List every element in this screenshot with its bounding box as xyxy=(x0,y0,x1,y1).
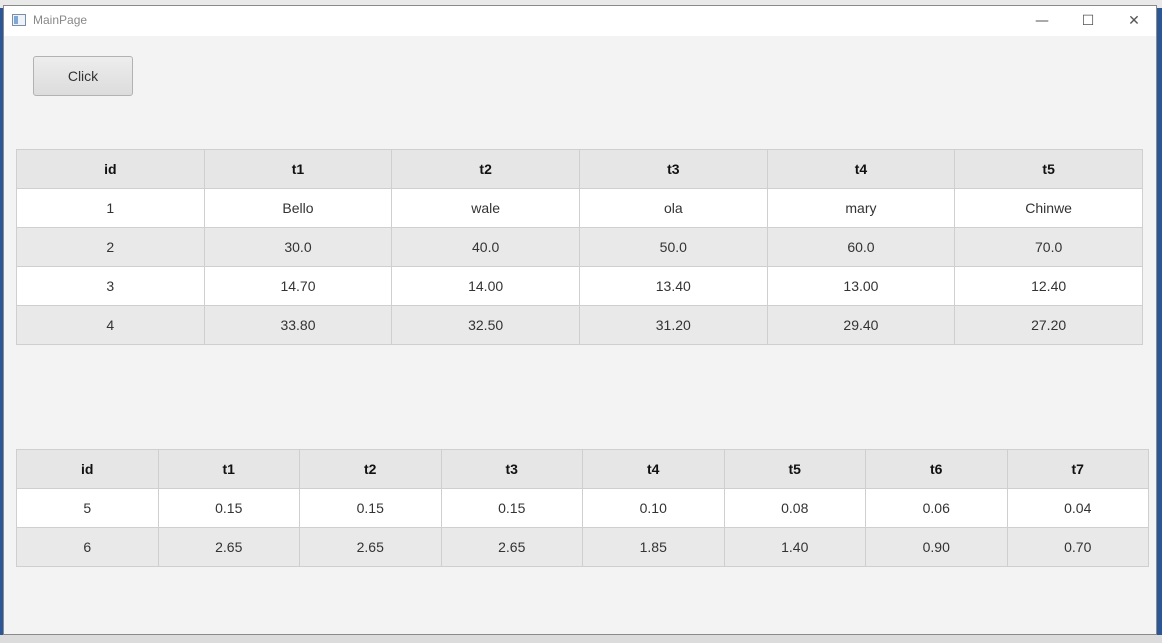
table-cell[interactable]: 0.15 xyxy=(299,488,442,528)
table-cell[interactable]: 13.00 xyxy=(766,266,956,306)
table-cell[interactable]: 27.20 xyxy=(954,305,1143,345)
table-row[interactable]: 5 0.15 0.15 0.15 0.10 0.08 0.06 0.04 xyxy=(16,488,1149,528)
table-cell[interactable]: 40.0 xyxy=(391,227,580,267)
table-cell[interactable]: 14.70 xyxy=(203,266,393,306)
table-cell[interactable]: 5 xyxy=(16,488,159,528)
table-cell[interactable]: 2.65 xyxy=(157,527,300,567)
table-cell[interactable]: 0.08 xyxy=(723,488,866,528)
app-window-icon xyxy=(12,14,26,26)
table-cell[interactable]: 50.0 xyxy=(578,227,768,267)
column-header[interactable]: id xyxy=(16,149,205,189)
maximize-button[interactable]: ☐ xyxy=(1065,6,1111,36)
close-button[interactable]: ✕ xyxy=(1111,6,1157,36)
table-cell[interactable]: ola xyxy=(578,188,768,228)
table-cell[interactable]: mary xyxy=(766,188,956,228)
table-row[interactable]: 2 30.0 40.0 50.0 60.0 70.0 xyxy=(16,227,1143,267)
column-header[interactable]: t4 xyxy=(582,449,725,489)
table-cell[interactable]: 1.40 xyxy=(723,527,866,567)
table-cell[interactable]: 0.10 xyxy=(582,488,725,528)
data-table-1[interactable]: id t1 t2 t3 t4 t5 1 Bello wale ola mary Chinwe 2 30.… xyxy=(16,149,1143,345)
column-header[interactable]: t5 xyxy=(723,449,866,489)
table-cell[interactable]: 70.0 xyxy=(954,227,1143,267)
title-bar[interactable]: MainPage — ☐ ✕ xyxy=(4,6,1156,36)
table-cell[interactable]: 14.00 xyxy=(391,266,580,306)
column-header[interactable]: t2 xyxy=(299,449,442,489)
table-cell[interactable]: 0.15 xyxy=(440,488,583,528)
table-cell[interactable]: 3 xyxy=(16,266,205,306)
table-cell[interactable]: 2.65 xyxy=(440,527,583,567)
column-header[interactable]: t1 xyxy=(157,449,300,489)
table-cell[interactable]: 29.40 xyxy=(766,305,956,345)
table-cell[interactable]: 2 xyxy=(16,227,205,267)
table-cell[interactable]: 2.65 xyxy=(299,527,442,567)
minimize-button[interactable]: — xyxy=(1019,6,1065,36)
column-header[interactable]: t7 xyxy=(1006,449,1149,489)
column-header[interactable]: t3 xyxy=(578,149,768,189)
table-cell[interactable]: 32.50 xyxy=(391,305,580,345)
column-header[interactable]: t1 xyxy=(203,149,393,189)
table-row[interactable]: 3 14.70 14.00 13.40 13.00 12.40 xyxy=(16,266,1143,306)
table-cell[interactable]: 30.0 xyxy=(203,227,393,267)
table-row[interactable]: 1 Bello wale ola mary Chinwe xyxy=(16,188,1143,228)
column-header[interactable]: t2 xyxy=(391,149,580,189)
table-cell[interactable]: Bello xyxy=(203,188,393,228)
table-header-row: id t1 t2 t3 t4 t5 xyxy=(16,149,1143,189)
window-title: MainPage xyxy=(33,13,88,27)
column-header[interactable]: t4 xyxy=(766,149,956,189)
table-cell[interactable]: 1.85 xyxy=(582,527,725,567)
background-bottom-strip xyxy=(0,635,1162,643)
table-cell[interactable]: 60.0 xyxy=(766,227,956,267)
table-header-row: id t1 t2 t3 t4 t5 t6 t7 xyxy=(16,449,1149,489)
click-button[interactable]: Click xyxy=(33,56,133,96)
column-header[interactable]: t6 xyxy=(865,449,1008,489)
table-cell[interactable]: Chinwe xyxy=(954,188,1143,228)
table-cell[interactable]: 31.20 xyxy=(578,305,768,345)
table-cell[interactable]: 0.06 xyxy=(865,488,1008,528)
table-cell[interactable]: 13.40 xyxy=(578,266,768,306)
data-table-2[interactable]: id t1 t2 t3 t4 t5 t6 t7 5 0.15 0.15 0.15 0.10 0.08 0.… xyxy=(16,449,1149,567)
table-row[interactable]: 6 2.65 2.65 2.65 1.85 1.40 0.90 0.70 xyxy=(16,527,1149,567)
main-window: MainPage — ☐ ✕ Click id t1 t2 t3 t4 t5 1 Bello… xyxy=(3,5,1157,635)
table-cell[interactable]: 12.40 xyxy=(954,266,1143,306)
table-cell[interactable]: 33.80 xyxy=(203,305,393,345)
table-cell[interactable]: 0.90 xyxy=(865,527,1008,567)
table-cell[interactable]: 0.70 xyxy=(1006,527,1149,567)
column-header[interactable]: t5 xyxy=(954,149,1143,189)
column-header[interactable]: id xyxy=(16,449,159,489)
table-cell[interactable]: 0.04 xyxy=(1006,488,1149,528)
table-cell[interactable]: 1 xyxy=(16,188,205,228)
table-cell[interactable]: 0.15 xyxy=(157,488,300,528)
table-cell[interactable]: 4 xyxy=(16,305,205,345)
table-cell[interactable]: wale xyxy=(391,188,580,228)
table-row[interactable]: 4 33.80 32.50 31.20 29.40 27.20 xyxy=(16,305,1143,345)
column-header[interactable]: t3 xyxy=(440,449,583,489)
table-cell[interactable]: 6 xyxy=(16,527,159,567)
